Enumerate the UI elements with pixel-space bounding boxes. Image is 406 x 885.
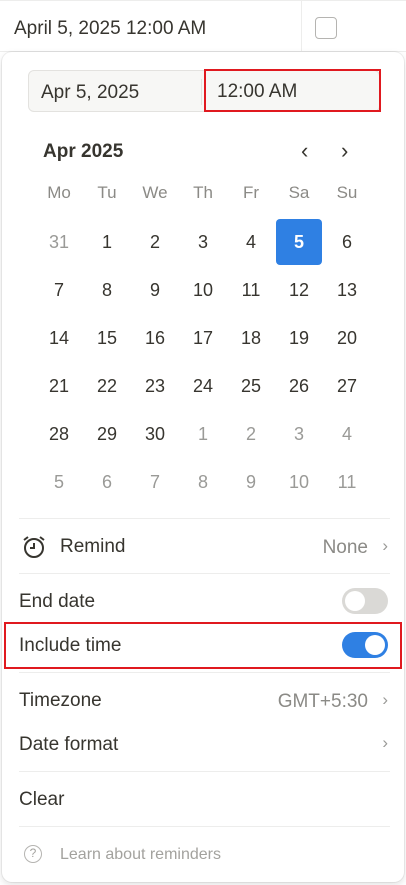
calendar-day[interactable]: 13	[324, 267, 370, 313]
calendar-day-selected[interactable]: 5	[276, 219, 322, 265]
chevron-left-icon[interactable]: ‹	[301, 138, 308, 164]
calendar-day[interactable]: 28	[36, 411, 82, 457]
date-input-value: Apr 5, 2025	[41, 82, 140, 103]
calendar-day[interactable]: 19	[276, 315, 322, 361]
field-separator	[201, 79, 202, 105]
calendar-day[interactable]: 5	[36, 459, 82, 505]
calendar-day[interactable]: 8	[84, 267, 130, 313]
calendar-day[interactable]: 11	[228, 267, 274, 313]
learn-about-reminders-link[interactable]: Learn about reminders	[60, 846, 221, 864]
calendar-day[interactable]: 8	[180, 459, 226, 505]
remind-label: Remind	[60, 536, 126, 557]
calendar-day[interactable]: 21	[36, 363, 82, 409]
divider	[19, 771, 390, 772]
weekday-label: Fr	[242, 183, 260, 202]
calendar-day[interactable]: 7	[132, 459, 178, 505]
time-input[interactable]: 12:00 AM	[204, 69, 381, 112]
divider	[19, 826, 390, 827]
chevron-right-icon: ›	[382, 536, 388, 555]
timezone-value: GMT+5:30	[277, 691, 368, 712]
chevron-right-icon[interactable]: ›	[341, 138, 348, 164]
date-format-label: Date format	[19, 734, 119, 755]
calendar-day[interactable]: 25	[228, 363, 274, 409]
calendar-day[interactable]: 1	[180, 411, 226, 457]
weekday-label: Th	[193, 183, 213, 202]
calendar-day[interactable]: 1	[84, 219, 130, 265]
end-date-label: End date	[19, 591, 96, 612]
calendar-day[interactable]: 2	[228, 411, 274, 457]
calendar-day[interactable]: 18	[228, 315, 274, 361]
weekday-label: We	[142, 183, 168, 202]
calendar-day[interactable]: 22	[84, 363, 130, 409]
weekday-label: Tu	[97, 183, 117, 202]
calendar-day[interactable]: 4	[324, 411, 370, 457]
calendar-day[interactable]: 29	[84, 411, 130, 457]
calendar-day[interactable]: 24	[180, 363, 226, 409]
checkbox[interactable]	[315, 17, 337, 39]
weekday-label: Mo	[47, 183, 71, 202]
calendar-day[interactable]: 6	[324, 219, 370, 265]
time-input-value: 12:00 AM	[217, 81, 298, 102]
divider	[19, 672, 390, 673]
alarm-clock-icon	[23, 536, 45, 558]
calendar-day[interactable]: 26	[276, 363, 322, 409]
calendar-day[interactable]: 2	[132, 219, 178, 265]
divider	[19, 518, 390, 519]
end-date-toggle[interactable]	[342, 588, 388, 614]
calendar-day[interactable]: 7	[36, 267, 82, 313]
date-property-cell: April 5, 2025 12:00 AM	[0, 0, 406, 52]
calendar-day[interactable]: 11	[324, 459, 370, 505]
calendar-day[interactable]: 31	[36, 219, 82, 265]
calendar-day[interactable]: 20	[324, 315, 370, 361]
calendar-day[interactable]: 12	[276, 267, 322, 313]
date-cell-value[interactable]: April 5, 2025 12:00 AM	[14, 18, 206, 40]
include-time-label: Include time	[19, 635, 122, 656]
calendar-day[interactable]: 10	[276, 459, 322, 505]
calendar-day[interactable]: 10	[180, 267, 226, 313]
include-time-toggle[interactable]	[342, 632, 388, 658]
help-icon: ?	[24, 845, 42, 863]
date-picker-popup: Apr 5, 2025 12:00 AM Apr 2025 ‹ › Mo Tu We…	[2, 52, 404, 882]
calendar-day[interactable]: 15	[84, 315, 130, 361]
clear-button[interactable]: Clear	[19, 789, 64, 811]
calendar-day[interactable]: 9	[132, 267, 178, 313]
remind-value: None	[322, 537, 368, 558]
calendar-day[interactable]: 17	[180, 315, 226, 361]
chevron-right-icon: ›	[382, 690, 388, 709]
month-label: Apr 2025	[43, 141, 124, 162]
calendar-day[interactable]: 6	[84, 459, 130, 505]
chevron-right-icon: ›	[382, 733, 388, 752]
calendar-day[interactable]: 3	[276, 411, 322, 457]
timezone-label: Timezone	[19, 690, 102, 711]
calendar-day[interactable]: 30	[132, 411, 178, 457]
calendar-day[interactable]: 9	[228, 459, 274, 505]
calendar-day[interactable]: 16	[132, 315, 178, 361]
weekday-label: Su	[336, 183, 358, 202]
calendar-day[interactable]: 23	[132, 363, 178, 409]
calendar-day[interactable]: 4	[228, 219, 274, 265]
calendar-day[interactable]: 14	[36, 315, 82, 361]
weekday-label: Sa	[288, 183, 310, 202]
column-divider	[301, 1, 302, 51]
divider	[19, 573, 390, 574]
calendar-day[interactable]: 3	[180, 219, 226, 265]
calendar-day[interactable]: 27	[324, 363, 370, 409]
